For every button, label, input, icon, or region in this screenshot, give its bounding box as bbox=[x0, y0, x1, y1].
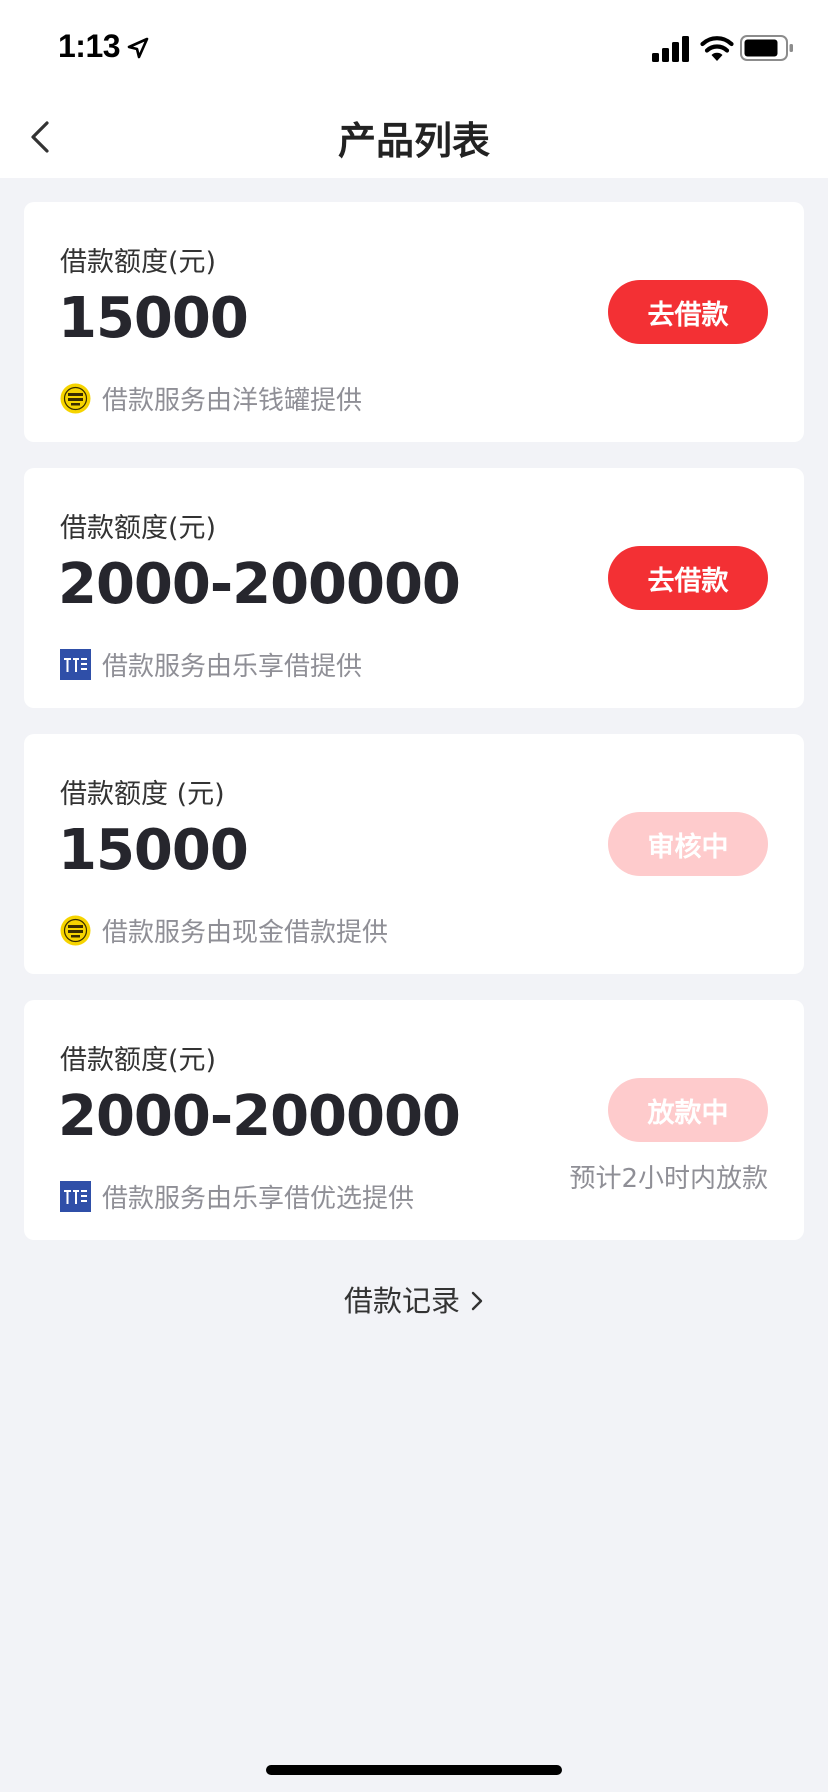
status-bar: 1:13 bbox=[0, 0, 828, 100]
loan-limit-label: 借款额度(元) bbox=[60, 247, 217, 278]
loan-limit-label: 借款额度 (元) bbox=[60, 779, 225, 810]
loan-amount: 2000-200000 bbox=[58, 1084, 461, 1149]
battery-icon bbox=[740, 35, 793, 61]
coin-logo-icon bbox=[60, 383, 91, 414]
lexiangjie-logo-icon bbox=[60, 649, 91, 680]
loan-amount: 2000-200000 bbox=[58, 552, 461, 617]
wifi-icon bbox=[700, 36, 734, 61]
go-borrow-button[interactable]: 去借款 bbox=[608, 280, 768, 344]
loan-records-link[interactable]: 借款记录 bbox=[0, 1278, 828, 1320]
home-indicator bbox=[266, 1765, 562, 1775]
under-review-button[interactable]: 审核中 bbox=[608, 812, 768, 876]
lexiangjie-logo-icon bbox=[60, 1181, 91, 1212]
product-card: 借款额度(元) 2000-200000 借款服务由乐享借优选提供 放款中 预计2… bbox=[24, 1000, 804, 1240]
coin-logo-icon bbox=[60, 915, 91, 946]
nav-bar: 产品列表 bbox=[0, 100, 828, 178]
cellular-signal-icon bbox=[652, 36, 689, 62]
loan-amount: 15000 bbox=[58, 818, 249, 883]
loan-records-label: 借款记录 bbox=[343, 1284, 460, 1318]
provider-text: 借款服务由现金借款提供 bbox=[102, 918, 389, 948]
provider-text: 借款服务由乐享借提供 bbox=[102, 652, 363, 682]
disbursement-eta: 预计2小时内放款 bbox=[569, 1164, 768, 1194]
product-card: 借款额度(元) 2000-200000 借款服务由乐享借提供 去借款 bbox=[24, 468, 804, 708]
status-time: 1:13 bbox=[58, 28, 121, 64]
product-card: 借款额度(元) 15000 借款服务由洋钱罐提供 去借款 bbox=[24, 202, 804, 442]
provider-text: 借款服务由乐享借优选提供 bbox=[102, 1184, 415, 1214]
disbursing-button[interactable]: 放款中 bbox=[608, 1078, 768, 1142]
loan-amount: 15000 bbox=[58, 286, 249, 351]
location-arrow-icon bbox=[127, 37, 149, 59]
page-title: 产品列表 bbox=[337, 119, 490, 163]
chevron-right-icon bbox=[471, 1291, 483, 1311]
product-card: 借款额度 (元) 15000 借款服务由现金借款提供 审核中 bbox=[24, 734, 804, 974]
loan-limit-label: 借款额度(元) bbox=[60, 513, 217, 544]
loan-limit-label: 借款额度(元) bbox=[60, 1045, 217, 1076]
go-borrow-button[interactable]: 去借款 bbox=[608, 546, 768, 610]
provider-text: 借款服务由洋钱罐提供 bbox=[102, 386, 363, 416]
